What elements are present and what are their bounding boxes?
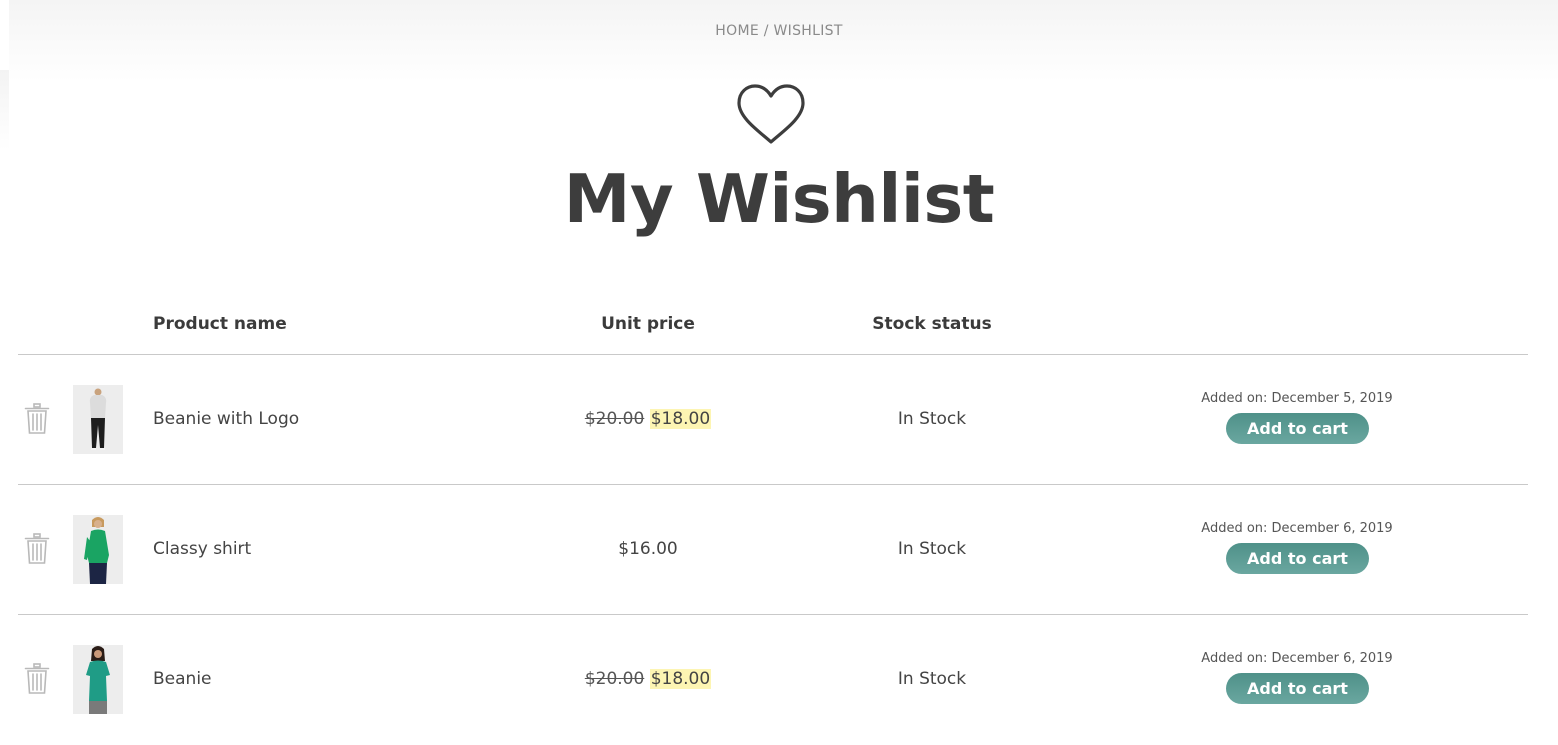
table-row: Classy shirt $16.00 In Stock Added on: D… <box>0 485 1558 615</box>
add-to-cart-button[interactable]: Add to cart <box>1226 673 1369 704</box>
product-thumbnail[interactable] <box>73 645 123 714</box>
product-thumbnail[interactable] <box>73 515 123 584</box>
regular-price: $20.00 <box>584 669 645 689</box>
product-thumbnail[interactable] <box>73 385 123 454</box>
added-on-date: Added on: December 6, 2019 <box>1201 521 1393 536</box>
sale-price: $18.00 <box>649 409 712 429</box>
unit-price: $16.00 <box>498 539 798 559</box>
stock-status: In Stock <box>897 669 967 689</box>
product-name-link[interactable]: Classy shirt <box>153 539 251 559</box>
add-to-cart-button[interactable]: Add to cart <box>1226 413 1369 444</box>
trash-icon[interactable] <box>24 663 50 695</box>
page-title: My Wishlist <box>563 160 995 238</box>
stock-status: In Stock <box>897 539 967 559</box>
trash-icon[interactable] <box>24 403 50 435</box>
unit-price: $20.00 $18.00 <box>498 409 798 429</box>
product-name-link[interactable]: Beanie <box>153 669 212 689</box>
left-edge-shade <box>0 70 9 150</box>
breadcrumb-band <box>9 0 1558 82</box>
column-header-unit-price: Unit price <box>601 314 695 334</box>
added-on-date: Added on: December 6, 2019 <box>1201 651 1393 666</box>
regular-price: $20.00 <box>584 409 645 429</box>
product-image <box>73 515 123 584</box>
product-image <box>73 645 123 714</box>
heart-outline-icon <box>737 84 805 144</box>
added-on-date: Added on: December 5, 2019 <box>1201 391 1393 406</box>
column-header-stock-status: Stock status <box>872 314 992 334</box>
breadcrumb-current: WISHLIST <box>773 23 843 39</box>
add-to-cart-button[interactable]: Add to cart <box>1226 543 1369 574</box>
product-image <box>73 385 123 454</box>
column-header-product-name: Product name <box>153 314 287 334</box>
breadcrumb-separator: / <box>763 23 769 39</box>
unit-price: $20.00 $18.00 <box>498 669 798 689</box>
breadcrumb-home-link[interactable]: HOME <box>715 23 759 39</box>
trash-icon[interactable] <box>24 533 50 565</box>
regular-price: $16.00 <box>618 539 678 559</box>
product-name-link[interactable]: Beanie with Logo <box>153 409 299 429</box>
stock-status: In Stock <box>897 409 967 429</box>
table-row: Beanie $20.00 $18.00 In Stock Added on: … <box>0 615 1558 745</box>
sale-price: $18.00 <box>649 669 712 689</box>
breadcrumb: HOME / WISHLIST <box>0 23 1558 39</box>
table-row: Beanie with Logo $20.00 $18.00 In Stock … <box>0 355 1558 485</box>
